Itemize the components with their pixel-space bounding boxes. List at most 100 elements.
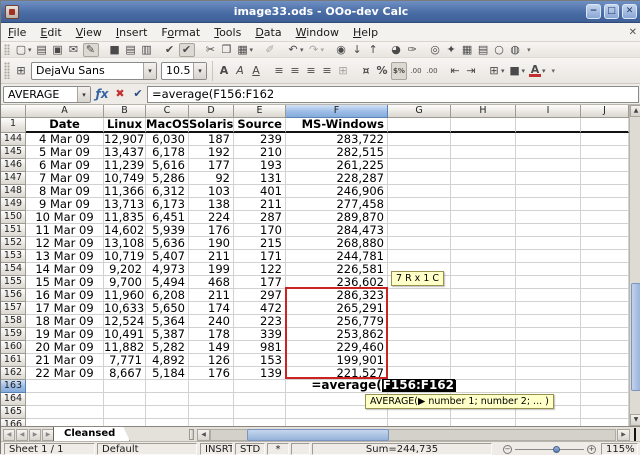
cell[interactable] [104,393,146,406]
cell[interactable]: 5,387 [146,328,189,341]
cell[interactable] [189,406,234,419]
column-header-J[interactable]: J [581,105,629,118]
cell[interactable] [26,406,104,419]
cell[interactable] [516,276,581,289]
cell[interactable] [388,118,451,133]
cell[interactable]: 277,458 [286,198,388,211]
column-header-A[interactable]: A [26,105,104,118]
row-header-161[interactable]: 161 [1,354,26,367]
cell[interactable]: 11,366 [104,185,146,198]
cell[interactable]: 5,407 [146,250,189,263]
cell[interactable]: 472 [234,302,286,315]
cell[interactable] [451,185,516,198]
cell[interactable] [516,315,581,328]
cell[interactable]: 170 [234,224,286,237]
menu-window[interactable]: Window [289,24,346,41]
cell[interactable] [451,146,516,159]
cell[interactable] [388,289,451,302]
cell[interactable] [516,224,581,237]
cell[interactable] [516,198,581,211]
row-header-148[interactable]: 148 [1,185,26,198]
column-header-E[interactable]: E [234,105,286,118]
open-document-button[interactable]: ▤ [35,43,49,57]
cell-header-source[interactable]: Source [234,118,286,133]
cell[interactable]: 6,312 [146,185,189,198]
cell[interactable]: 5,650 [146,302,189,315]
cell[interactable]: 6 Mar 09 [26,159,104,172]
percent-button[interactable]: % [375,62,389,80]
chevron-down-icon[interactable]: ▾ [193,63,206,79]
cell[interactable] [388,354,451,367]
selection-mode-field[interactable]: STD [235,443,265,455]
row-header-150[interactable]: 150 [1,211,26,224]
scroll-up-icon[interactable]: ▲ [630,105,640,117]
cell[interactable]: 211 [234,198,286,211]
row-header-151[interactable]: 151 [1,224,26,237]
cell[interactable]: 131 [234,172,286,185]
cell[interactable]: 981 [234,341,286,354]
cell[interactable] [516,341,581,354]
accept-icon[interactable]: ✔ [130,86,146,102]
cell-header-linux[interactable]: Linux [104,118,146,133]
cell[interactable]: 20 Mar 09 [26,341,104,354]
cell[interactable] [451,341,516,354]
cell-header-date[interactable]: Date [26,118,104,133]
cell[interactable] [388,419,451,426]
cell[interactable] [581,185,629,198]
cell[interactable]: 4,973 [146,263,189,276]
delete-decimal-button[interactable]: .00 [425,62,439,80]
page-preview-button[interactable]: ▥ [140,43,154,57]
new-document-dropdown-icon[interactable]: ▾ [28,46,32,54]
toolbar-overflow-icon[interactable]: ▾ [527,46,531,54]
cell[interactable] [388,211,451,224]
cell[interactable]: 176 [189,367,234,380]
cell[interactable]: 253,862 [286,328,388,341]
zoom-button[interactable]: ○ [492,43,506,57]
add-decimal-button[interactable]: .00 [409,62,423,80]
justify-button[interactable]: ≡ [320,62,334,80]
cell[interactable] [516,367,581,380]
cell[interactable] [581,341,629,354]
cell[interactable] [581,406,629,419]
cell[interactable]: 13,713 [104,198,146,211]
cell[interactable]: 193 [234,159,286,172]
cell[interactable]: 223 [234,315,286,328]
cell[interactable]: 10,719 [104,250,146,263]
cell[interactable]: 11,239 [104,159,146,172]
row-header-149[interactable]: 149 [1,198,26,211]
toolbar-overflow-icon[interactable]: ▾ [552,67,556,75]
cell[interactable] [516,263,581,276]
cell[interactable] [234,406,286,419]
cell[interactable]: 289,870 [286,211,388,224]
spellcheck-button[interactable]: ✔ [163,43,177,57]
sort-descending-button[interactable]: ↑ [366,43,380,57]
cell[interactable]: 6,451 [146,211,189,224]
cell[interactable]: 17 Mar 09 [26,302,104,315]
cell[interactable] [581,419,629,426]
cell[interactable]: 284,473 [286,224,388,237]
chevron-down-icon[interactable]: ▾ [77,87,90,102]
cell[interactable]: 244,781 [286,250,388,263]
row-header-158[interactable]: 158 [1,315,26,328]
column-header-I[interactable]: I [516,105,581,118]
cell[interactable] [581,289,629,302]
close-button[interactable]: ✕ [622,4,637,19]
row-header-146[interactable]: 146 [1,159,26,172]
cell[interactable]: 236,602 [286,276,388,289]
cell[interactable] [516,419,581,426]
menu-insert[interactable]: Insert [109,24,155,41]
cell[interactable] [388,315,451,328]
currency-button[interactable]: ¤ [359,62,373,80]
toolbar-grip[interactable] [4,62,10,80]
formula-input[interactable]: =average(F156:F162 [147,86,639,103]
cell[interactable]: 9 Mar 09 [26,198,104,211]
cell[interactable] [451,315,516,328]
italic-button[interactable]: A [233,62,247,80]
cell[interactable]: 92 [189,172,234,185]
zoom-slider[interactable]: − + [501,443,598,455]
cell[interactable]: 211 [189,289,234,302]
cell[interactable] [388,328,451,341]
underline-button[interactable]: A [249,62,263,80]
align-left-button[interactable]: ≡ [272,62,286,80]
cell[interactable]: 286,323 [286,289,388,302]
